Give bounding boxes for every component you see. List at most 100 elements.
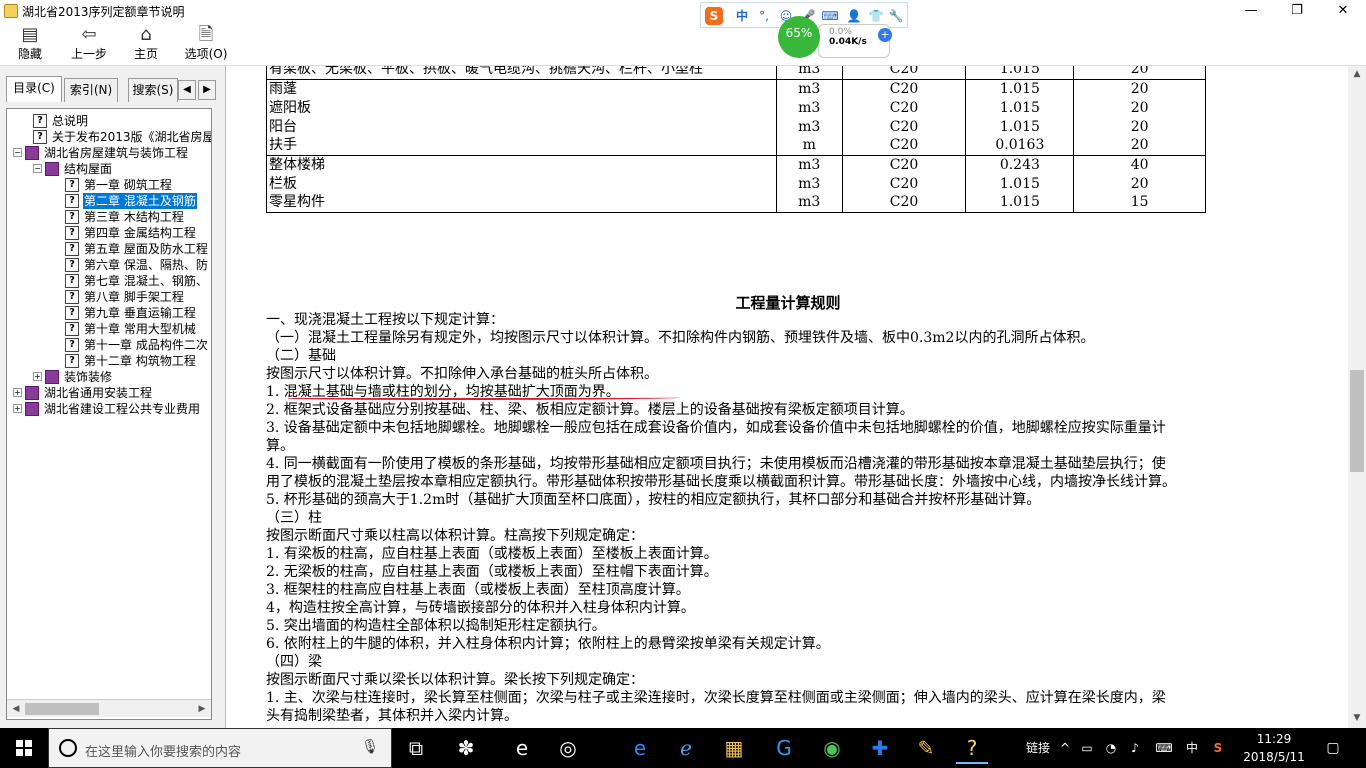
rule-line: 4，构造柱按全高计算，与砖墙嵌接部分的体积并入柱身体积内计算。 xyxy=(266,600,695,616)
help-page-icon: ? xyxy=(65,210,79,224)
volume-icon[interactable]: ♪ xyxy=(1124,728,1146,768)
ie-browser-icon[interactable]: ℯ xyxy=(670,732,702,764)
help-app-icon[interactable]: ? xyxy=(956,732,988,764)
punctuation-icon[interactable]: °, xyxy=(755,7,773,25)
hide-button[interactable]: ▤ 隐藏 xyxy=(10,24,50,64)
back-icon: ⇦ xyxy=(81,24,97,45)
clock[interactable]: 11:29 2018/5/11 xyxy=(1238,730,1310,766)
start-button[interactable] xyxy=(0,728,48,768)
task-view-icon[interactable]: ⧉ xyxy=(400,732,432,764)
cell-grade: C20 xyxy=(841,98,967,117)
tree-node-label: 第十二章 构筑物工程 xyxy=(84,354,196,368)
chrome-like-app-icon[interactable]: ◎ xyxy=(552,732,584,764)
touch-keyboard-icon[interactable]: ⌨ xyxy=(1150,728,1178,768)
cell-unit: m3 xyxy=(775,78,843,98)
options-button[interactable]: 🗎 选项(O) xyxy=(182,24,230,64)
table-row: 雨蓬 m3 C20 1.015 20 xyxy=(266,78,1206,98)
input-language[interactable]: 中 xyxy=(1182,728,1202,768)
edge-app-icon[interactable]: e xyxy=(624,732,656,764)
tree-node-label: 第十一章 成品构件二次 xyxy=(84,338,208,352)
expand-toggle-icon[interactable]: + xyxy=(13,388,22,397)
sogou-tray-icon[interactable]: S xyxy=(1206,728,1230,768)
sogou-browser-icon[interactable]: G xyxy=(768,732,800,764)
help-page-icon: ? xyxy=(65,290,79,304)
rule-line: 5. 突出墙面的构造柱全部体积以捣制矩形柱定额执行。 xyxy=(266,618,606,634)
accelerate-icon[interactable]: + xyxy=(878,28,892,42)
expand-toggle-icon[interactable]: − xyxy=(33,164,42,173)
back-button[interactable]: ⇦ 上一步 xyxy=(64,24,114,64)
concrete-spec-table: 有梁板、无梁板、平板、拱板、暖气电缆沟、挑檐天沟、栏杆、小型柱 m3 C20 1.01… xyxy=(266,66,1206,213)
rule-line: 算。 xyxy=(266,438,294,454)
tray-link-label[interactable]: 链接 xyxy=(1022,728,1054,768)
navigation-pane: 目录(C) 索引(N) 搜索(S) ◀ ▶ ? 总说明? 关于发布2013版《湖北省… xyxy=(0,66,226,728)
scroll-thumb[interactable] xyxy=(25,703,99,715)
tab-index[interactable]: 索引(N) xyxy=(64,78,118,102)
cortana-icon xyxy=(59,739,77,757)
ime-mode[interactable]: 中 xyxy=(733,7,751,25)
fan-app-icon[interactable]: ✽ xyxy=(450,732,482,764)
scroll-thumb[interactable] xyxy=(1350,370,1364,472)
tray-expand-icon[interactable]: ^ xyxy=(1056,728,1074,768)
cell-unit: m3 xyxy=(775,193,843,213)
cell-grade: C20 xyxy=(841,174,967,193)
minimize-button[interactable]: — xyxy=(1228,0,1274,22)
scroll-right-icon[interactable]: ▶ xyxy=(195,702,209,716)
cell-grade: C20 xyxy=(841,154,967,174)
table-row: 有梁板、无梁板、平板、拱板、暖气电缆沟、挑檐天沟、栏杆、小型柱 m3 C20 1.01… xyxy=(266,66,1206,79)
document-content: 有梁板、无梁板、平板、拱板、暖气电缆沟、挑檐天沟、栏杆、小型柱 m3 C20 1.01… xyxy=(228,66,1348,728)
rule-line: （二）基础 xyxy=(266,348,336,364)
home-button[interactable]: ⌂ 主页 xyxy=(126,24,166,64)
cell-name: 阳台 xyxy=(266,117,777,136)
table-row: 阳台 m3 C20 1.015 20 xyxy=(266,117,1206,136)
handwritten-underline xyxy=(288,396,680,400)
cell-size: 20 xyxy=(1073,66,1206,79)
explorer-icon[interactable]: ▦ xyxy=(718,732,750,764)
network-monitor[interactable]: 0.0% 0.04K/s 65% + xyxy=(778,12,896,62)
tree-node-label: 装饰装修 xyxy=(64,370,113,384)
network-icon[interactable]: ◔ xyxy=(1100,728,1122,768)
rule-line: （一）混凝土工程量除另有规定外，均按图示尺寸以体积计算。不扣除构件内钢筋、预埋铁… xyxy=(266,330,1095,346)
tree-node-label: 湖北省房屋建筑与装饰工程 xyxy=(44,146,189,160)
cell-coef: 1.015 xyxy=(965,174,1075,193)
content-vertical-scrollbar[interactable]: ▲ ▼ xyxy=(1348,66,1366,728)
toolbar: ▤ 隐藏 ⇦ 上一步 ⌂ 主页 🗎 选项(O) xyxy=(0,22,1366,66)
cell-name: 雨蓬 xyxy=(266,78,777,98)
plus-app-icon[interactable]: ✚ xyxy=(864,732,896,764)
cell-name: 有梁板、无梁板、平板、拱板、暖气电缆沟、挑檐天沟、栏杆、小型柱 xyxy=(266,66,777,79)
tree-horizontal-scrollbar[interactable]: ◀ ▶ xyxy=(7,699,211,717)
tab-scroll-left-icon[interactable]: ◀ xyxy=(178,80,196,100)
tree-node-label: 第四章 金属结构工程 xyxy=(84,226,196,240)
tree-node-label: 第一章 砌筑工程 xyxy=(84,178,172,192)
tree-node-label: 关于发布2013版《湖北省房屋 xyxy=(52,130,212,144)
expand-toggle-icon[interactable]: + xyxy=(33,372,42,381)
battery-icon[interactable]: ▭ xyxy=(1076,728,1098,768)
rule-line: 6. 依附柱上的牛腿的体积，并入柱身体积内计算；依附柱上的悬臂梁按单梁有关规定计… xyxy=(266,636,830,652)
cell-grade: C20 xyxy=(841,78,967,98)
restore-button[interactable]: ❐ xyxy=(1274,0,1320,22)
help-page-icon: ? xyxy=(65,338,79,352)
ie-app-icon[interactable]: e xyxy=(506,732,538,764)
taskbar-search-box[interactable]: 在这里输入你要搜索的内容 🎙 xyxy=(48,728,392,768)
table-row: 扶手 m C20 0.0163 20 xyxy=(266,136,1206,155)
microphone-icon[interactable]: 🎙 xyxy=(361,739,379,755)
cell-name: 栏板 xyxy=(266,174,777,193)
cell-unit: m3 xyxy=(775,66,843,79)
expand-toggle-icon[interactable]: + xyxy=(13,404,22,413)
scroll-down-icon[interactable]: ▼ xyxy=(1348,710,1366,726)
360-app-icon[interactable]: ◉ xyxy=(816,732,848,764)
tab-contents[interactable]: 目录(C) xyxy=(6,76,62,102)
scroll-up-icon[interactable]: ▲ xyxy=(1348,66,1366,82)
scroll-left-icon[interactable]: ◀ xyxy=(9,702,23,716)
tab-search[interactable]: 搜索(S) xyxy=(128,78,178,102)
notification-icon[interactable]: ▢ xyxy=(1318,728,1348,768)
tab-scroll-right-icon[interactable]: ▶ xyxy=(198,80,216,100)
close-button[interactable]: ✕ xyxy=(1320,0,1366,22)
expand-toggle-icon[interactable]: − xyxy=(13,148,22,157)
cell-coef: 0.243 xyxy=(965,154,1075,174)
cell-size: 20 xyxy=(1073,78,1206,98)
tree-node-label: 第七章 混凝土、钢筋、 xyxy=(84,274,208,288)
tree-node-label: 第三章 木结构工程 xyxy=(84,210,184,224)
sogou-logo-icon[interactable]: S xyxy=(705,7,723,25)
notes-app-icon[interactable]: ✎ xyxy=(910,732,942,764)
download-speed: 0.04K/s xyxy=(829,37,867,47)
